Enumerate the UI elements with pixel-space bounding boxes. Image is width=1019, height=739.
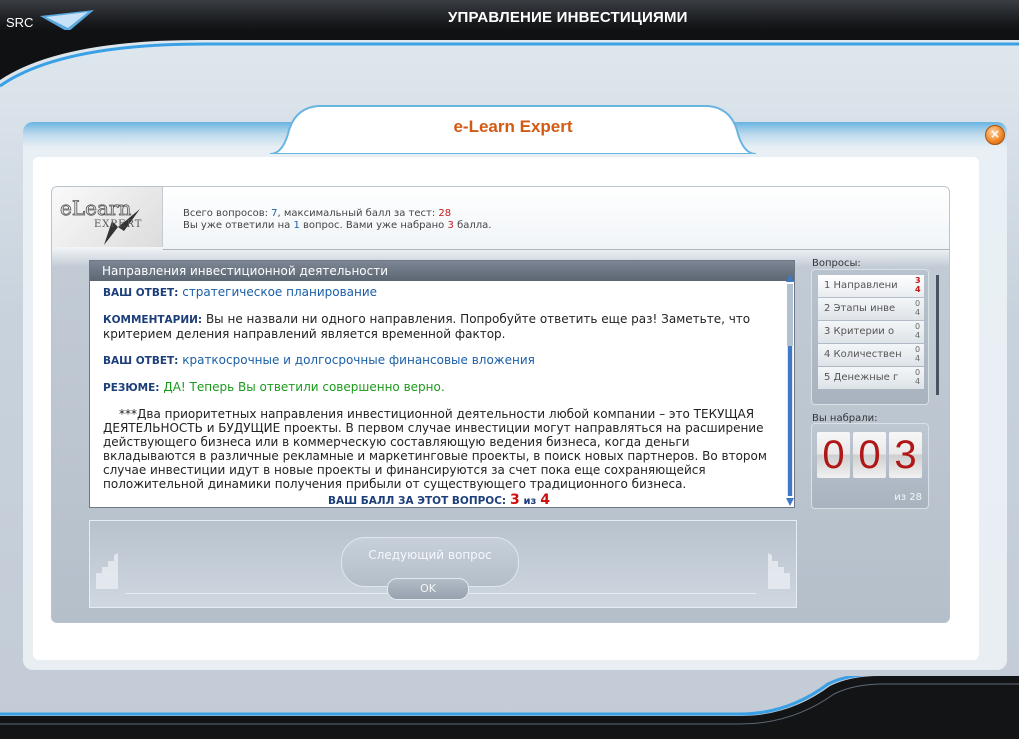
close-button[interactable]: × [985,125,1005,145]
scroll-down-arrow-icon[interactable] [786,498,794,506]
question-item-points: 34 [915,276,921,294]
feedback-scroll-area[interactable]: ВАШ ОТВЕТ: стратегическое планирование К… [103,285,775,505]
answered-value: 1 [293,220,300,231]
elearn-logo-icon: eLearn EXPERT [60,196,142,245]
total-questions-label: Всего вопросов: [183,208,268,219]
question-item-3[interactable]: 3 Критерии о 04 [818,321,924,343]
question-item-points: 04 [915,368,920,386]
questions-list-items: 1 Направлени 34 2 Этапы инве 04 3 Критер… [818,275,924,399]
question-item-4[interactable]: 4 Количествен 04 [818,344,924,366]
question-item-points: 04 [915,322,920,340]
elearn-expert-logo: eLearn EXPERT [52,187,163,247]
question-item-max: 4 [915,285,921,294]
question-item-label: 4 Количествен [824,349,902,360]
feedback-scrollbar[interactable] [786,274,794,506]
tray-left-ornament [96,553,118,589]
question-score-max: 4 [540,492,550,505]
question-item-earned: 0 [915,299,921,308]
questions-list: 1 Направлени 34 2 Этапы инве 04 3 Критер… [811,269,929,405]
score-max-label: из 28 [894,492,922,503]
question-item-max: 4 [915,377,921,386]
question-score-value: 3 [509,492,520,505]
window-title: e-Learn Expert [453,117,573,136]
question-item-max: 4 [915,331,921,340]
question-item-1[interactable]: 1 Направлени 34 [818,275,924,297]
earned-value: 3 [447,220,454,231]
summary-line-1: Всего вопросов: 7, максимальный балл за … [183,208,451,219]
question-item-label: 5 Денежные г [824,372,899,383]
ok-button[interactable]: OK [387,578,469,600]
question-item-5[interactable]: 5 Денежные г 04 [818,367,924,389]
question-item-label: 3 Критерии о [824,326,895,337]
explanation-text: ***Два приоритетных направления инвестиц… [103,407,767,491]
second-answer-value: краткосрочные и долгосрочные финансовые … [182,353,535,367]
score-digit-tens: 0 [853,432,886,478]
question-score: ВАШ БАЛЛ ЗА ЭТОТ ВОПРОС: 3 из 4 [103,493,775,505]
question-item-2[interactable]: 2 Этапы инве 04 [818,298,924,320]
scroll-up-arrow-icon[interactable] [786,274,794,282]
question-score-of: из [523,496,537,505]
score-counter: 0 0 3 из 28 [811,423,929,509]
src-logo-text: SRC [6,15,34,30]
top-swoosh [0,30,1019,90]
question-heading: Направления инвестиционной деятельности [90,261,794,281]
action-tray: Следующий вопрос OK [89,520,797,608]
scrollbar-bar [788,346,792,496]
tray-right-ornament [768,553,790,589]
summary-line-2: Вы уже ответили на 1 вопрос. Вами уже на… [183,220,491,231]
summary-text: ДА! Теперь Вы ответили совершенно верно. [163,380,445,394]
test-summary: Всего вопросов: 7, максимальный балл за … [163,187,949,250]
second-answer-label: ВАШ ОТВЕТ: [103,355,179,367]
score-digit-hundreds: 0 [817,432,850,478]
question-item-label: 1 Направлени [824,280,898,291]
first-answer: ВАШ ОТВЕТ: стратегическое планирование [103,285,775,300]
scrollbar-thumb[interactable] [787,284,793,346]
logo-line2: EXPERT [94,219,142,230]
comment-label: КОММЕНТАРИИ: [103,314,203,326]
first-answer-value: стратегическое планирование [182,285,378,299]
question-score-label: ВАШ БАЛЛ ЗА ЭТОТ ВОПРОС: [328,495,507,505]
question-item-points: 04 [915,345,920,363]
content-panel: eLearn EXPERT Всего вопросов: 7, максима… [51,186,950,623]
summary: РЕЗЮМЕ: ДА! Теперь Вы ответили совершенн… [103,380,775,395]
question-feedback-box: Направления инвестиционной деятельности … [89,260,795,508]
first-answer-label: ВАШ ОТВЕТ: [103,287,179,299]
summary-label: РЕЗЮМЕ: [103,382,160,394]
questions-title: Вопросы: [812,258,861,269]
question-item-earned: 0 [915,368,921,377]
question-item-max: 4 [915,354,921,363]
answered-label: Вы уже ответили на [183,220,291,231]
question-item-label: 2 Этапы инве [824,303,896,314]
earned-suffix: балла. [457,220,492,231]
max-score-label: , максимальный балл за тест: [277,208,436,219]
question-item-points: 04 [915,299,920,317]
question-item-earned: 0 [915,345,921,354]
question-item-earned: 3 [915,276,921,285]
bottom-bar [0,676,1019,739]
second-answer: ВАШ ОТВЕТ: краткосрочные и долгосрочные … [103,353,775,368]
comment: КОММЕНТАРИИ: Вы не назвали ни одного нап… [103,312,775,341]
question-item-earned: 0 [915,322,921,331]
score-digit-ones: 3 [889,432,922,478]
max-score-value: 28 [438,208,452,219]
question-item-max: 4 [915,308,921,317]
logo-line1: eLearn [60,196,131,220]
questions-list-scrollbar[interactable] [936,275,939,395]
app-title: УПРАВЛЕНИЕ ИНВЕСТИЦИЯМИ [448,9,688,26]
earned-label: вопрос. Вами уже набрано [303,220,445,231]
